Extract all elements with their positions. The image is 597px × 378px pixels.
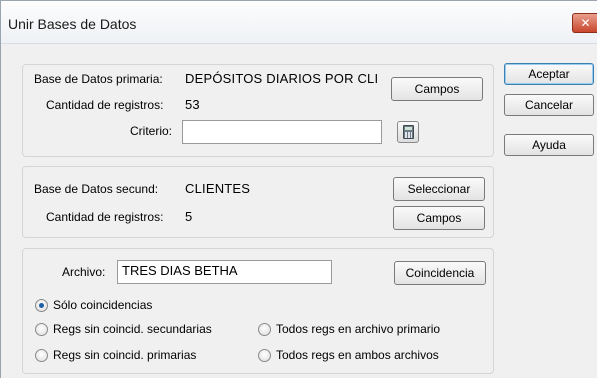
file-name-label: Archivo:: [62, 265, 106, 279]
criteria-builder-button[interactable]: [397, 121, 419, 143]
ok-button[interactable]: Aceptar: [504, 63, 594, 85]
secondary-count-value: 5: [185, 209, 193, 224]
primary-db-label: Base de Datos primaria:: [34, 72, 163, 86]
match-button[interactable]: Coincidencia: [394, 261, 486, 285]
help-button[interactable]: Ayuda: [504, 134, 594, 156]
select-secondary-button[interactable]: Seleccionar: [393, 177, 485, 201]
calculator-icon: [403, 125, 414, 139]
radio-all-primary[interactable]: [258, 323, 271, 336]
criteria-input[interactable]: [182, 120, 382, 144]
close-icon: ✕: [580, 16, 591, 30]
radio-unmatched-primary[interactable]: [35, 349, 48, 362]
window-title: Unir Bases de Datos: [8, 16, 137, 32]
radio-matches-only-label[interactable]: Sólo coincidencias: [53, 298, 152, 312]
radio-unmatched-secondary-label[interactable]: Regs sin coincid. secundarias: [53, 322, 212, 336]
close-button[interactable]: ✕: [572, 13, 597, 33]
primary-count-value: 53: [185, 97, 200, 112]
secondary-db-value: CLIENTES: [185, 181, 251, 196]
primary-count-label: Cantidad de registros:: [46, 98, 164, 112]
dialog-window: Unir Bases de Datos ✕ Base de Datos prim…: [0, 0, 597, 378]
cancel-button[interactable]: Cancelar: [504, 94, 594, 116]
radio-matches-only[interactable]: [35, 299, 48, 312]
primary-fields-button[interactable]: Campos: [391, 77, 483, 101]
radio-all-primary-label[interactable]: Todos regs en archivo primario: [276, 322, 440, 336]
secondary-fields-button[interactable]: Campos: [393, 206, 485, 230]
radio-unmatched-primary-label[interactable]: Regs sin coincid. primarias: [53, 348, 196, 362]
radio-all-both-label[interactable]: Todos regs en ambos archivos: [276, 348, 439, 362]
criteria-label: Criterio:: [130, 124, 173, 138]
file-name-input[interactable]: TRES DIAS BETHA: [117, 260, 332, 284]
secondary-db-label: Base de Datos secund:: [34, 182, 159, 196]
radio-all-both[interactable]: [258, 349, 271, 362]
secondary-count-label: Cantidad de registros:: [46, 210, 164, 224]
primary-db-value: DEPÓSITOS DIARIOS POR CLI: [185, 71, 379, 86]
title-bar[interactable]: Unir Bases de Datos ✕: [1, 1, 597, 44]
radio-unmatched-secondary[interactable]: [35, 323, 48, 336]
